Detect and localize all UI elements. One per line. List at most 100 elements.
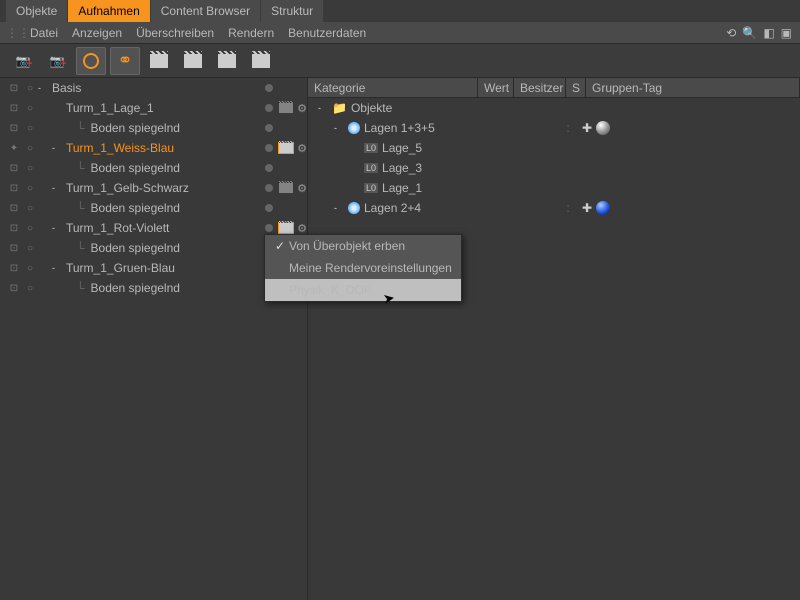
panel-icon-2[interactable]: ▣: [781, 26, 792, 40]
row-marker-icon[interactable]: ⊡: [6, 283, 22, 294]
enable-dot-icon[interactable]: [265, 84, 273, 92]
menu-rendern[interactable]: Rendern: [228, 26, 274, 40]
clapper-2-button[interactable]: [212, 47, 242, 75]
add-camera-2-button[interactable]: 📷: [42, 47, 72, 75]
row-radio-icon[interactable]: ○: [22, 223, 38, 234]
context-menu-item[interactable]: ✓Von Überobjekt erben: [265, 235, 461, 257]
panel-icon-1[interactable]: ◧: [763, 26, 774, 40]
clapper-icon[interactable]: [279, 183, 293, 193]
search-icon[interactable]: 🔍: [742, 26, 757, 40]
menu-ueberschreiben[interactable]: Überschreiben: [136, 26, 214, 40]
tree-toggle-icon[interactable]: -: [52, 223, 62, 233]
right-tree-row[interactable]: -📁Objekte: [308, 98, 800, 118]
tab-content-browser[interactable]: Content Browser: [151, 0, 260, 22]
enable-dot-icon[interactable]: [265, 204, 273, 212]
context-menu-item[interactable]: Physik_K_DOF: [265, 279, 461, 301]
tab-bar: Objekte Aufnahmen Content Browser Strukt…: [0, 0, 800, 22]
right-tree-row[interactable]: L0Lage_1: [308, 178, 800, 198]
record-button[interactable]: [76, 47, 106, 75]
row-marker-icon[interactable]: ⊡: [6, 203, 22, 214]
left-tree-row[interactable]: ⊡○└Boden spiegelnd: [0, 278, 307, 298]
plus-icon[interactable]: ✚: [582, 121, 592, 135]
left-tree-row[interactable]: ⊡○└Boden spiegelnd: [0, 198, 307, 218]
folder-icon: 📁: [332, 101, 347, 115]
enable-dot-icon[interactable]: [265, 164, 273, 172]
enable-dot-icon[interactable]: [265, 124, 273, 132]
tree-toggle-icon[interactable]: -: [52, 183, 62, 193]
row-marker-icon[interactable]: ⊡: [6, 83, 22, 94]
tree-toggle-icon[interactable]: -: [334, 123, 344, 133]
tree-toggle-icon[interactable]: -: [52, 263, 62, 273]
row-marker-icon[interactable]: ⊡: [6, 263, 22, 274]
row-radio-icon[interactable]: ○: [22, 83, 38, 94]
material-sphere-icon[interactable]: [596, 201, 610, 215]
atoms-button[interactable]: ⚭: [110, 47, 140, 75]
tree-toggle-icon[interactable]: -: [52, 143, 62, 153]
tree-toggle-icon[interactable]: -: [318, 103, 328, 113]
gear-icon[interactable]: ⚙: [297, 102, 307, 115]
right-tree-row[interactable]: -Lagen 1+3+5:✚: [308, 118, 800, 138]
right-tree-row[interactable]: L0Lage_5: [308, 138, 800, 158]
clapper-icon[interactable]: [279, 223, 293, 233]
s-column[interactable]: :: [558, 201, 578, 215]
left-tree-row[interactable]: ⊡○└Boden spiegelnd: [0, 158, 307, 178]
s-column[interactable]: :: [558, 121, 578, 135]
row-marker-icon[interactable]: ⊡: [6, 183, 22, 194]
row-marker-icon[interactable]: ⊡: [6, 223, 22, 234]
tab-struktur[interactable]: Struktur: [261, 0, 323, 22]
row-marker-icon[interactable]: ⊡: [6, 103, 22, 114]
menu-anzeigen[interactable]: Anzeigen: [72, 26, 122, 40]
row-radio-icon[interactable]: ○: [22, 263, 38, 274]
tree-toggle-icon[interactable]: -: [38, 83, 48, 93]
clapper-3-button[interactable]: [246, 47, 276, 75]
left-tree-row[interactable]: ✦○-Turm_1_Weiss-Blau⚙: [0, 138, 307, 158]
clapper-icon[interactable]: [279, 103, 293, 113]
tree-toggle-icon[interactable]: -: [334, 203, 344, 213]
loop-icon[interactable]: ⟲: [726, 26, 736, 40]
left-tree-row[interactable]: ⊡○-Basis: [0, 78, 307, 98]
clapper-icon[interactable]: [279, 143, 293, 153]
row-radio-icon[interactable]: ○: [22, 103, 38, 114]
row-marker-icon[interactable]: ⊡: [6, 243, 22, 254]
left-tree-row[interactable]: ⊡○-Turm_1_Gruen-Blau⚙: [0, 258, 307, 278]
left-tree-row[interactable]: ⊡○└Boden spiegelnd: [0, 238, 307, 258]
add-camera-1-button[interactable]: 📷: [8, 47, 38, 75]
enable-dot-icon[interactable]: [265, 144, 273, 152]
material-sphere-icon[interactable]: [596, 121, 610, 135]
row-radio-icon[interactable]: ○: [22, 143, 38, 154]
plus-icon[interactable]: ✚: [582, 201, 592, 215]
left-tree-row[interactable]: ⊡○-Turm_1_Gelb-Schwarz⚙: [0, 178, 307, 198]
left-tree-row[interactable]: ⊡○└Boden spiegelnd: [0, 118, 307, 138]
menu-datei[interactable]: Datei: [30, 26, 58, 40]
clapper-gear-button[interactable]: [178, 47, 208, 75]
left-tree-row[interactable]: ⊡○Turm_1_Lage_1⚙: [0, 98, 307, 118]
row-radio-icon[interactable]: ○: [22, 123, 38, 134]
row-radio-icon[interactable]: ○: [22, 203, 38, 214]
left-tree-row[interactable]: ⊡○-Turm_1_Rot-Violett⚙: [0, 218, 307, 238]
gear-icon[interactable]: ⚙: [297, 222, 307, 235]
header-s[interactable]: S: [566, 78, 586, 97]
gear-icon[interactable]: ⚙: [297, 182, 307, 195]
tab-objekte[interactable]: Objekte: [6, 0, 67, 22]
header-wert[interactable]: Wert: [478, 78, 514, 97]
right-tree-row[interactable]: -Lagen 2+4:✚: [308, 198, 800, 218]
enable-dot-icon[interactable]: [265, 184, 273, 192]
row-marker-icon[interactable]: ⊡: [6, 163, 22, 174]
enable-dot-icon[interactable]: [265, 104, 273, 112]
menu-benutzerdaten[interactable]: Benutzerdaten: [288, 26, 366, 40]
enable-dot-icon[interactable]: [265, 224, 273, 232]
row-radio-icon[interactable]: ○: [22, 243, 38, 254]
context-menu-item[interactable]: Meine Rendervoreinstellungen: [265, 257, 461, 279]
row-radio-icon[interactable]: ○: [22, 183, 38, 194]
row-marker-icon[interactable]: ✦: [6, 143, 22, 154]
clapper-1-button[interactable]: [144, 47, 174, 75]
row-radio-icon[interactable]: ○: [22, 283, 38, 294]
gear-icon[interactable]: ⚙: [297, 142, 307, 155]
row-radio-icon[interactable]: ○: [22, 163, 38, 174]
row-marker-icon[interactable]: ⊡: [6, 123, 22, 134]
header-kategorie[interactable]: Kategorie: [308, 78, 478, 97]
right-tree-row[interactable]: L0Lage_3: [308, 158, 800, 178]
tab-aufnahmen[interactable]: Aufnahmen: [68, 0, 149, 22]
header-besitzer[interactable]: Besitzer: [514, 78, 566, 97]
header-gruppen-tag[interactable]: Gruppen-Tag: [586, 78, 800, 97]
